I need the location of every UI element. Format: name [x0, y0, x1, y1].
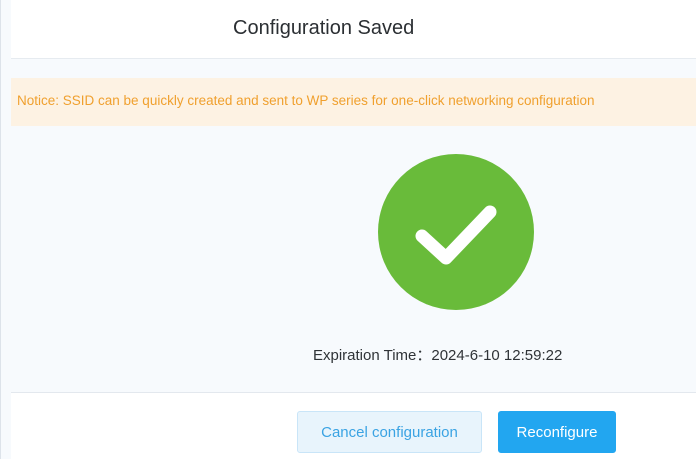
- dialog-header: Configuration Saved: [11, 0, 696, 59]
- notice-banner: Notice: SSID can be quickly created and …: [11, 78, 696, 126]
- expiration-label: Expiration Time：: [313, 347, 432, 364]
- expiration-value: 2024-6-10 12:59:22: [431, 347, 563, 364]
- expiration-time: Expiration Time：2024-6-10 12:59:22: [313, 344, 562, 365]
- dialog-title-text: Configuration Saved: [233, 17, 415, 39]
- reconfigure-button[interactable]: Reconfigure: [498, 411, 616, 453]
- notice-text: Notice: SSID can be quickly created and …: [17, 93, 595, 108]
- config-saved-dialog: Configuration Saved Notice: SSID can be …: [0, 0, 696, 460]
- check-circle-icon: [378, 154, 534, 310]
- cancel-configuration-button[interactable]: Cancel configuration: [297, 411, 482, 453]
- dialog-title: Configuration Saved: [11, 17, 696, 40]
- checkmark-icon: [415, 205, 497, 265]
